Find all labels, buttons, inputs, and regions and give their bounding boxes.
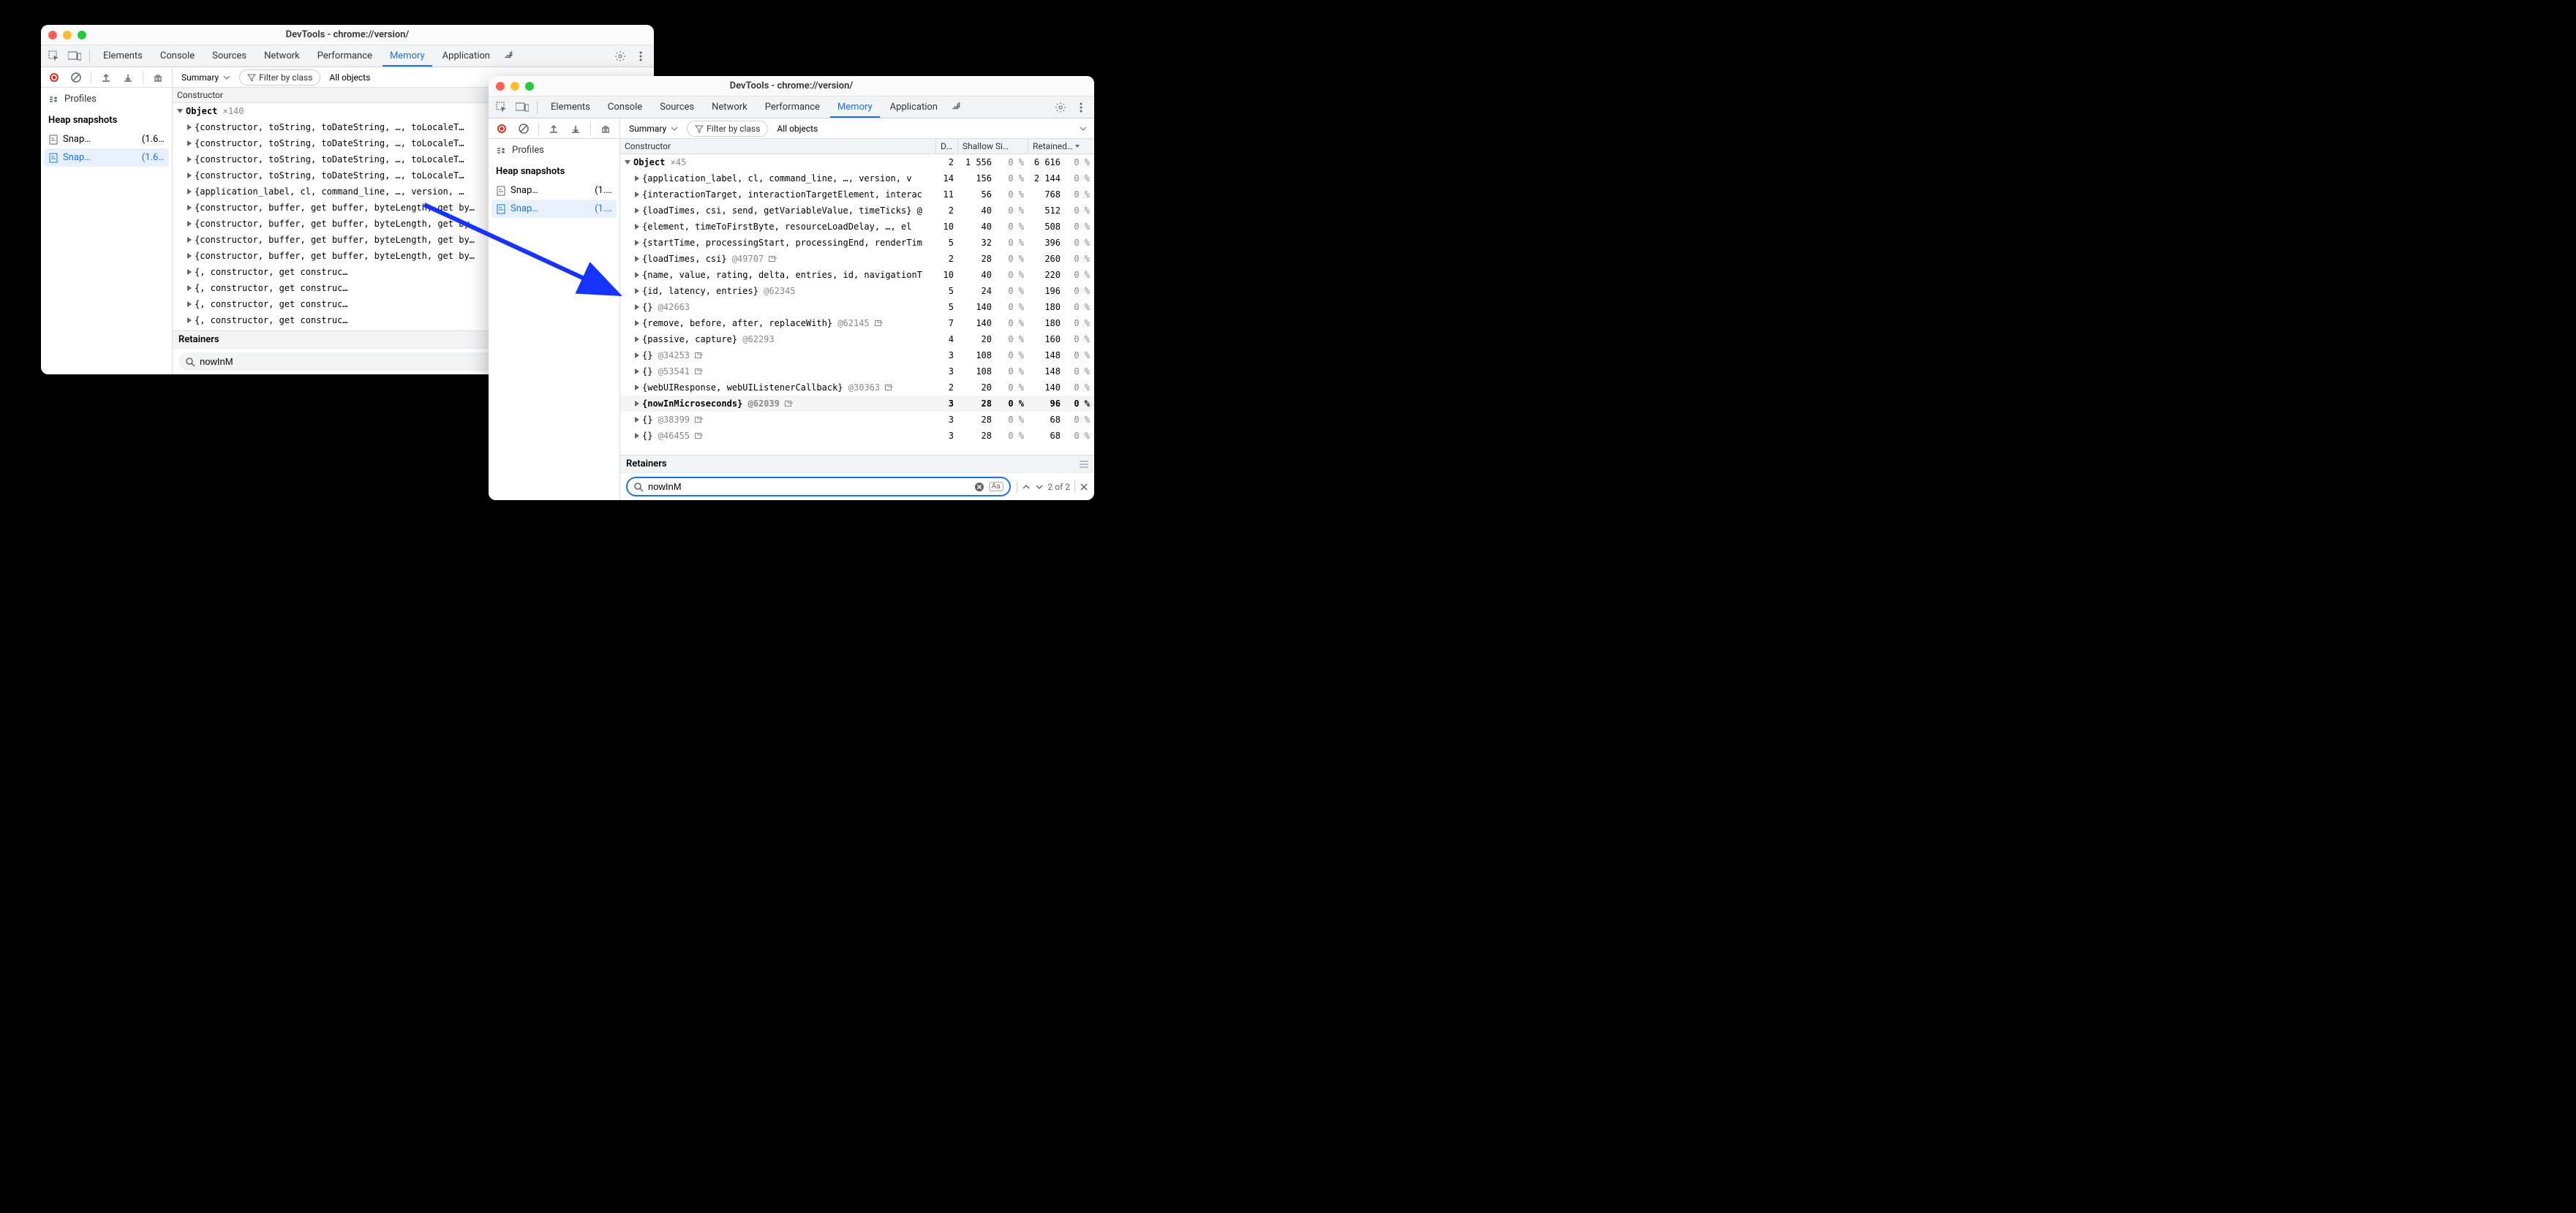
class-filter[interactable]: Filter by class (687, 121, 768, 137)
table-row[interactable]: {nowInMicroseconds} @62039 3280 %960 % (620, 396, 1094, 412)
col-retained[interactable]: Retained… (1028, 139, 1094, 154)
match-case-icon[interactable]: Aa (989, 482, 1003, 491)
search-input[interactable] (648, 481, 970, 492)
snapshot-item-2[interactable]: Snap… (1.6… (44, 148, 169, 167)
close-search-icon[interactable] (1080, 483, 1088, 491)
menu-icon[interactable] (1080, 461, 1088, 468)
sort-desc-icon (1074, 143, 1080, 149)
tab-sources[interactable]: Sources (205, 46, 254, 66)
table-row[interactable]: {loadTimes, csi, send, getVariableValue,… (620, 203, 1094, 219)
main-panel: Summary Filter by class All objects Cons… (620, 118, 1094, 500)
tab-memory[interactable]: Memory (383, 46, 432, 67)
settings-icon[interactable] (1052, 99, 1069, 116)
tab-sources[interactable]: Sources (652, 97, 701, 117)
next-match-icon[interactable] (1035, 483, 1044, 491)
inspect-icon[interactable] (45, 48, 63, 65)
profiles-header[interactable]: Profiles (41, 88, 172, 110)
prev-match-icon[interactable] (1022, 483, 1031, 491)
tab-network[interactable]: Network (704, 97, 755, 117)
search-bar: Aa 2 of 2 (620, 472, 1094, 500)
tab-elements[interactable]: Elements (543, 97, 598, 117)
gc-icon[interactable] (597, 120, 614, 137)
view-select[interactable]: Summary (177, 71, 235, 84)
chevron-down-icon[interactable] (1080, 125, 1090, 132)
table-row[interactable]: {application_label, cl, command_line, …,… (620, 170, 1094, 186)
clear-icon[interactable] (67, 69, 85, 86)
col-constructor[interactable]: Constructor (620, 139, 936, 154)
snapshot-item-1[interactable]: Snap… (1.… (489, 181, 619, 200)
heap-snapshots-label: Heap snapshots (489, 162, 619, 181)
snapshot-item-2[interactable]: Snap… (1.… (492, 200, 617, 218)
tabbar: Elements Console Sources Network Perform… (41, 45, 654, 67)
table-row[interactable]: {id, latency, entries} @623455240 %1960 … (620, 283, 1094, 299)
sidebar: Profiles Heap snapshots Snap… (1.6… Snap… (41, 67, 173, 374)
gc-icon[interactable] (149, 69, 167, 86)
object-filter[interactable]: All objects (772, 122, 822, 135)
tabbar: Elements Console Sources Network Perform… (489, 97, 1094, 118)
kebab-icon[interactable] (1072, 99, 1090, 116)
table-row[interactable]: {passive, capture} @622934200 %1600 % (620, 331, 1094, 347)
object-group-row[interactable]: Object ×4521 5560 %6 6160 % (620, 154, 1094, 170)
table-row[interactable]: {} @34253 31080 %1480 % (620, 347, 1094, 363)
table-row[interactable]: {} @38399 3280 %680 % (620, 412, 1094, 428)
record-icon[interactable] (493, 120, 511, 137)
settings-icon[interactable] (611, 48, 629, 65)
table-row[interactable]: {interactionTarget, interactionTargetEle… (620, 186, 1094, 203)
upload-icon[interactable] (97, 69, 115, 86)
tab-performance[interactable]: Performance (758, 97, 827, 117)
devtools-window-2: DevTools - chrome://version/ Elements Co… (489, 76, 1094, 500)
kebab-icon[interactable] (632, 48, 649, 65)
tab-application[interactable]: Application (435, 46, 497, 66)
more-tabs-icon[interactable] (948, 99, 965, 116)
snapshot-item-1[interactable]: Snap… (1.6… (41, 130, 172, 148)
record-icon[interactable] (45, 69, 63, 86)
heap-snapshots-label: Heap snapshots (41, 110, 172, 130)
sidebar: Profiles Heap snapshots Snap… (1.… Snap…… (489, 118, 620, 500)
tab-performance[interactable]: Performance (310, 46, 380, 66)
col-shallow[interactable]: Shallow Si… (958, 139, 1028, 154)
table-row[interactable]: {element, timeToFirstByte, resourceLoadD… (620, 219, 1094, 235)
tab-console[interactable]: Console (153, 46, 202, 66)
table-row[interactable]: {name, value, rating, delta, entries, id… (620, 267, 1094, 283)
window-title: DevTools - chrome://version/ (41, 29, 654, 40)
profiles-header[interactable]: Profiles (489, 139, 619, 162)
col-distance[interactable]: Di… (936, 139, 958, 154)
tab-application[interactable]: Application (883, 97, 945, 117)
clear-input-icon[interactable] (974, 482, 984, 492)
device-toolbar-icon[interactable] (513, 99, 531, 116)
clear-icon[interactable] (515, 120, 532, 137)
table-row[interactable]: {} @53541 31080 %1480 % (620, 363, 1094, 379)
table-row[interactable]: {startTime, processingStart, processingE… (620, 235, 1094, 251)
table-row[interactable]: {} @46455 3280 %680 % (620, 428, 1094, 444)
table-row[interactable]: {remove, before, after, replaceWith} @62… (620, 315, 1094, 331)
upload-icon[interactable] (545, 120, 562, 137)
search-input-wrap[interactable]: Aa (626, 477, 1011, 496)
object-filter[interactable]: All objects (325, 71, 374, 84)
tab-elements[interactable]: Elements (96, 46, 150, 66)
titlebar: DevTools - chrome://version/ (489, 76, 1094, 97)
view-select[interactable]: Summary (625, 122, 682, 135)
window-title: DevTools - chrome://version/ (489, 80, 1094, 91)
profiles-label: Profiles (64, 94, 97, 105)
class-filter[interactable]: Filter by class (239, 69, 320, 86)
inspect-icon[interactable] (493, 99, 511, 116)
device-toolbar-icon[interactable] (66, 48, 83, 65)
search-icon (185, 357, 195, 367)
match-count: 2 of 2 (1048, 482, 1070, 492)
download-icon[interactable] (567, 120, 584, 137)
table-row[interactable]: {} @4266351400 %1800 % (620, 299, 1094, 315)
heap-table[interactable]: Object ×4521 5560 %6 6160 %{application_… (620, 154, 1094, 455)
profiles-label: Profiles (512, 145, 544, 156)
download-icon[interactable] (119, 69, 137, 86)
search-icon (633, 482, 644, 492)
tab-console[interactable]: Console (600, 97, 649, 117)
tab-network[interactable]: Network (257, 46, 307, 66)
table-row[interactable]: {loadTimes, csi} @49707 2280 %2600 % (620, 251, 1094, 267)
tab-memory[interactable]: Memory (830, 97, 880, 118)
retainers-header: Retainers (620, 455, 1094, 472)
table-row[interactable]: {webUIResponse, webUIListenerCallback} @… (620, 379, 1094, 396)
more-tabs-icon[interactable] (500, 48, 518, 65)
titlebar: DevTools - chrome://version/ (41, 25, 654, 45)
